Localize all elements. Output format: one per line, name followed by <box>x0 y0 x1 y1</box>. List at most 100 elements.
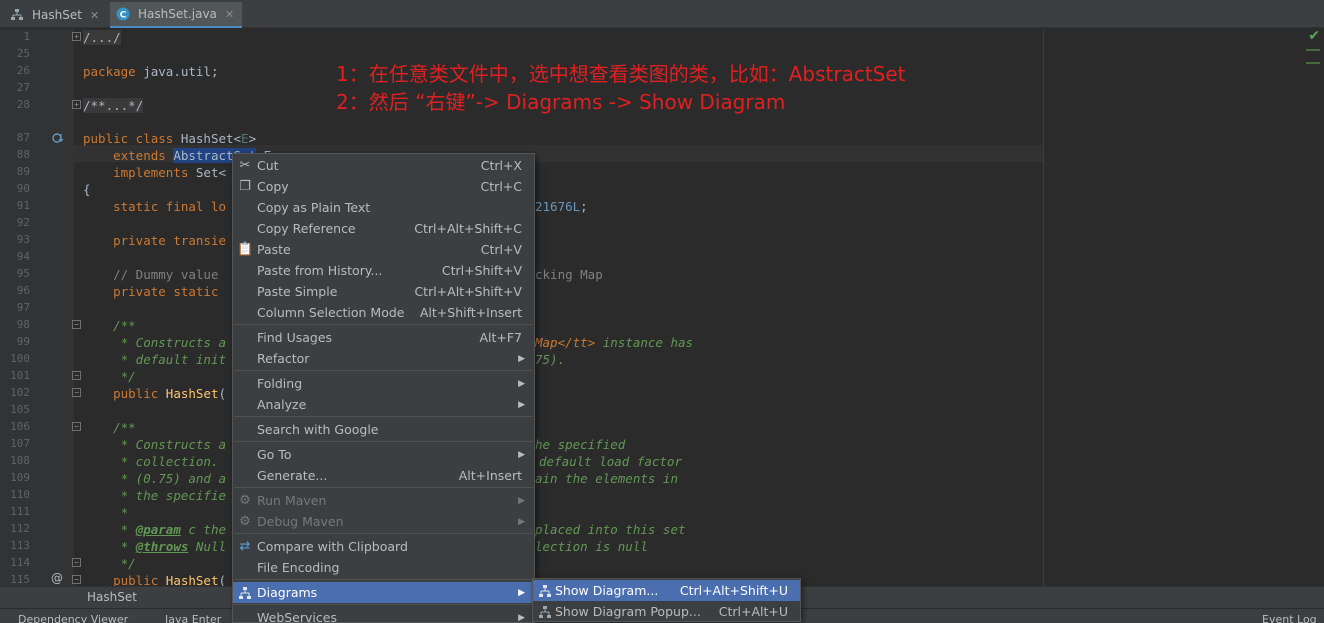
implemented-method-icon[interactable] <box>52 129 64 143</box>
menu-item-show-diagram-popup[interactable]: Show Diagram Popup... Ctrl+Alt+U <box>533 601 800 622</box>
submenu-arrow-icon: ▶ <box>518 516 525 527</box>
menu-item-file-encoding[interactable]: File Encoding <box>233 557 534 578</box>
menu-item-analyze[interactable]: Analyze ▶ <box>233 394 534 415</box>
fold-toggle-icon[interactable]: − <box>72 575 81 584</box>
paste-icon: 📋 <box>237 242 254 257</box>
code-line: { <box>83 182 91 197</box>
menu-item-column-selection-mode[interactable]: Column Selection Mode Alt+Shift+Insert <box>233 302 534 323</box>
code-line: private static <box>113 284 219 299</box>
tab-label: HashSet <box>32 8 82 22</box>
scroll-marker <box>1306 62 1320 64</box>
code-line: * @throws Null <box>113 539 227 554</box>
dependency-viewer-button[interactable]: Dependency Viewer <box>18 613 128 623</box>
menu-item-find-usages[interactable]: Find Usages Alt+F7 <box>233 327 534 348</box>
fold-toggle-icon[interactable]: − <box>72 422 81 431</box>
line-number: 90 <box>16 182 30 195</box>
copy-icon: ❐ <box>239 179 251 194</box>
menu-item-copy[interactable]: ❐ Copy Ctrl+C <box>233 176 534 197</box>
menu-item-run-maven[interactable]: ⚙ Run Maven ▶ <box>233 490 534 511</box>
code-line: * the specifie <box>113 488 226 503</box>
line-number: 108 <box>10 454 30 467</box>
menu-item-debug-maven[interactable]: ⚙ Debug Maven ▶ <box>233 511 534 532</box>
line-number: 96 <box>16 284 30 297</box>
tab-hashset-java[interactable]: C HashSet.java ✕ <box>110 2 243 28</box>
code-line: 21676L; <box>535 199 588 214</box>
menu-separator <box>234 441 533 442</box>
code-line: * <box>113 505 129 520</box>
code-line: he specified <box>535 437 626 452</box>
code-line: implements Set< <box>113 165 227 180</box>
line-number: 91 <box>16 199 30 212</box>
line-number: 109 <box>10 471 30 484</box>
fold-toggle-icon[interactable]: − <box>72 371 81 380</box>
close-icon[interactable]: ✕ <box>225 8 234 21</box>
close-icon[interactable]: ✕ <box>90 9 99 22</box>
svg-text:C: C <box>120 11 127 21</box>
fold-toggle-icon[interactable]: + <box>72 32 81 41</box>
line-number: 111 <box>10 505 30 518</box>
code-line: static final lo <box>113 199 226 214</box>
code-line: */ <box>113 556 136 571</box>
breadcrumb-item[interactable]: HashSet <box>87 590 137 604</box>
tab-label: HashSet.java <box>138 7 217 21</box>
line-number: 88 <box>16 148 30 161</box>
diagrams-submenu: Show Diagram... Ctrl+Alt+Shift+U Show Dia… <box>532 578 801 622</box>
fold-toggle-icon[interactable]: − <box>72 320 81 329</box>
code-line: * (0.75) and a <box>113 471 226 486</box>
scissors-icon: ✂ <box>239 158 251 173</box>
menu-item-paste-from-history[interactable]: Paste from History... Ctrl+Shift+V <box>233 260 534 281</box>
line-number: 112 <box>10 522 30 535</box>
editor-tab-bar: HashSet ✕ C HashSet.java ✕ <box>0 0 1324 28</box>
override-marker-icon[interactable]: @ <box>51 571 63 585</box>
vertical-scrollbar[interactable] <box>1304 29 1324 586</box>
event-log-button[interactable]: Event Log <box>1262 613 1317 623</box>
menu-item-folding[interactable]: Folding ▶ <box>233 373 534 394</box>
annotation-step-1: 1：在任意类文件中，选中想查看类图的类，比如：AbstractSet <box>336 62 906 86</box>
line-number: 97 <box>16 301 30 314</box>
code-line: ain the elements in <box>535 471 678 486</box>
menu-item-refactor[interactable]: Refactor ▶ <box>233 348 534 369</box>
line-number: 107 <box>10 437 30 450</box>
scroll-marker <box>1306 49 1320 51</box>
menu-separator <box>234 416 533 417</box>
java-enterprise-button[interactable]: Java Enter <box>165 613 221 623</box>
code-line: public class HashSet<E> <box>83 131 257 146</box>
submenu-arrow-icon: ▶ <box>518 612 525 623</box>
menu-item-paste-simple[interactable]: Paste Simple Ctrl+Alt+Shift+V <box>233 281 534 302</box>
code-editor[interactable]: 1 25 26 27 28 87 88 89 90 91 92 93 94 95… <box>0 29 1324 586</box>
java-class-icon: C <box>116 7 130 21</box>
menu-item-go-to[interactable]: Go To ▶ <box>233 444 534 465</box>
tab-hashset-diagram[interactable]: HashSet ✕ <box>10 2 99 28</box>
code-line: * Constructs a <box>113 437 226 452</box>
menu-item-diagrams[interactable]: Diagrams ▶ <box>233 582 534 603</box>
line-number: 89 <box>16 165 30 178</box>
code-line: * @param c the <box>113 522 226 537</box>
line-number: 101 <box>10 369 30 382</box>
code-line: 75). <box>535 352 566 367</box>
menu-separator <box>234 487 533 488</box>
line-number: 28 <box>16 98 30 111</box>
code-line: /** <box>113 420 136 435</box>
line-number: 100 <box>10 352 30 365</box>
fold-toggle-icon[interactable]: + <box>72 100 81 109</box>
code-line: public HashSet( <box>113 573 227 586</box>
menu-item-paste[interactable]: 📋 Paste Ctrl+V <box>233 239 534 260</box>
menu-item-cut[interactable]: ✂ Cut Ctrl+X <box>233 155 534 176</box>
menu-item-copy-reference[interactable]: Copy Reference Ctrl+Alt+Shift+C <box>233 218 534 239</box>
fold-toggle-icon[interactable]: − <box>72 388 81 397</box>
fold-toggle-icon[interactable]: − <box>72 558 81 567</box>
menu-item-search-google[interactable]: Search with Google <box>233 419 534 440</box>
line-number: 25 <box>16 47 30 60</box>
menu-item-compare-clipboard[interactable]: ⇄ Compare with Clipboard <box>233 536 534 557</box>
submenu-arrow-icon: ▶ <box>518 449 525 460</box>
menu-item-webservices[interactable]: WebServices ▶ <box>233 607 534 623</box>
menu-item-generate[interactable]: Generate... Alt+Insert <box>233 465 534 486</box>
code-line: package java.util; <box>83 64 219 79</box>
submenu-arrow-icon: ▶ <box>518 353 525 364</box>
code-line: placed into this set <box>535 522 686 537</box>
menu-item-show-diagram[interactable]: Show Diagram... Ctrl+Alt+Shift+U <box>533 580 800 601</box>
menu-item-copy-plain-text[interactable]: Copy as Plain Text <box>233 197 534 218</box>
line-number: 95 <box>16 267 30 280</box>
line-number: 113 <box>10 539 30 552</box>
line-number: 1 <box>23 30 30 43</box>
